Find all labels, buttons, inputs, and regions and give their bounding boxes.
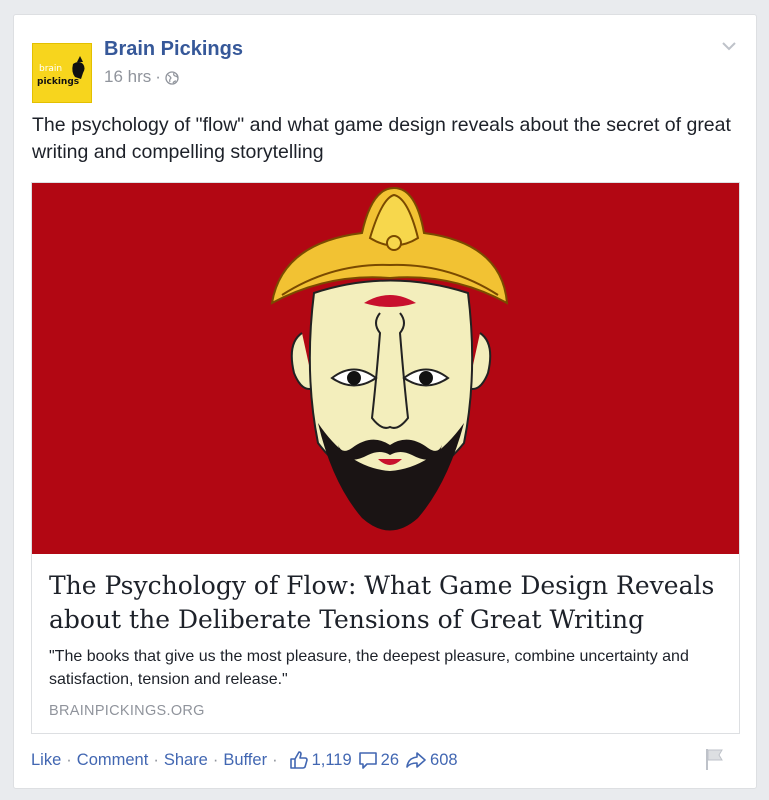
post-actions-bar: Like · Comment · Share · Buffer · 1,119 … (31, 750, 458, 770)
flag-icon[interactable] (704, 747, 726, 771)
avatar-pickings-text: pickings (37, 77, 79, 87)
link-description: "The books that give us the most pleasur… (49, 648, 689, 688)
avatar-brain-text: brain (39, 64, 62, 74)
share-arrow-icon (406, 752, 426, 768)
comment-button[interactable]: Comment (77, 751, 149, 770)
share-button[interactable]: Share (164, 751, 208, 770)
action-separator: · (212, 750, 219, 769)
action-separator: · (66, 750, 72, 769)
action-separator: · (272, 750, 278, 769)
link-title[interactable]: The Psychology of Flow: What Game Design… (49, 569, 729, 637)
like-button[interactable]: Like (31, 751, 61, 770)
post-card: brain pickings Brain Pickings 16 hrs · T… (13, 14, 757, 789)
likes-count[interactable]: 1,119 (289, 750, 352, 770)
globe-icon[interactable] (165, 70, 179, 85)
link-domain: BRAINPICKINGS.ORG (49, 703, 205, 719)
link-preview-card[interactable]: The Psychology of Flow: What Game Design… (31, 182, 740, 734)
page-name-link[interactable]: Brain Pickings (104, 38, 243, 61)
likes-count-value: 1,119 (311, 750, 352, 769)
thumbs-up-icon (289, 751, 308, 769)
comments-count-value: 26 (380, 750, 400, 769)
comment-bubble-icon (358, 752, 377, 769)
post-meta: 16 hrs · (104, 67, 179, 87)
post-text: The psychology of "flow" and what game d… (32, 114, 731, 163)
shares-count[interactable]: 608 (405, 750, 458, 770)
chevron-down-icon[interactable] (720, 39, 738, 53)
comments-count[interactable]: 26 (358, 750, 399, 770)
action-separator: · (153, 750, 159, 769)
buffer-button[interactable]: Buffer (223, 751, 267, 770)
meta-separator: · (155, 67, 161, 86)
link-preview-image[interactable] (32, 183, 739, 554)
post-timestamp[interactable]: 16 hrs (104, 67, 151, 87)
shares-count-value: 608 (430, 750, 458, 769)
page-avatar[interactable]: brain pickings (32, 43, 92, 103)
